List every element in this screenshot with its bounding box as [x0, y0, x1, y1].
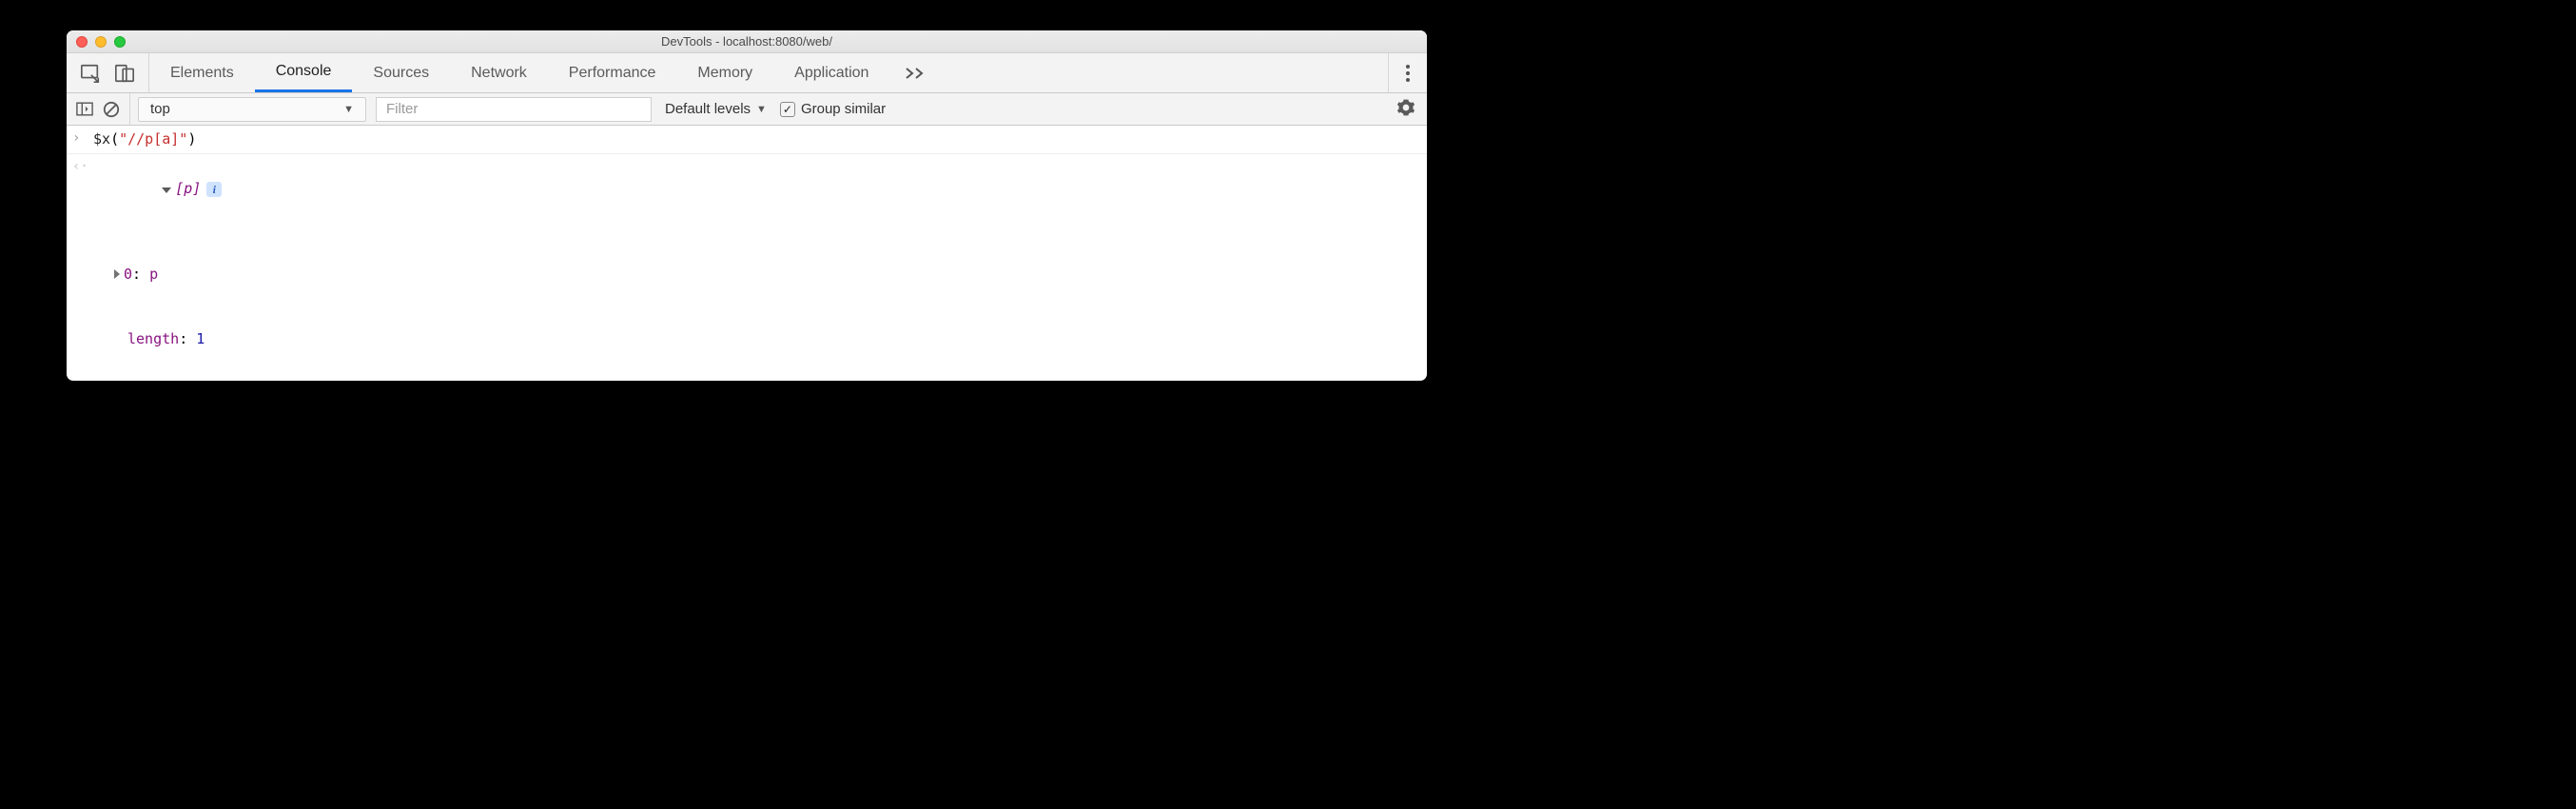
- gear-icon: [1396, 98, 1415, 117]
- kebab-icon: [1406, 65, 1410, 82]
- console-sidebar-toggle-icon[interactable]: [76, 102, 93, 116]
- tree-item-length: length: 1: [114, 328, 287, 350]
- tab-application[interactable]: Application: [773, 53, 889, 92]
- window-title: DevTools - localhost:8080/web/: [67, 34, 1427, 49]
- element-inspector-icon[interactable]: [80, 63, 101, 84]
- panel-tabbar: Elements Console Sources Network Perform…: [67, 53, 1427, 93]
- object-tree: 0: p length: 1 __proto__: Array(0): [93, 221, 287, 381]
- device-toolbar-icon[interactable]: [114, 63, 135, 84]
- console-toolbar: top ▼ Default levels ▼ ✓ Group similar: [67, 93, 1427, 126]
- levels-label: Default levels: [665, 101, 751, 117]
- inspect-tools: [67, 53, 149, 92]
- input-expression[interactable]: $x("//p[a]"): [93, 128, 196, 150]
- panel-tabs: Elements Console Sources Network Perform…: [149, 53, 941, 92]
- tabs-overflow-button[interactable]: [889, 53, 941, 92]
- devtools-window: DevTools - localhost:8080/web/ Elements …: [67, 30, 1427, 381]
- tab-label: Console: [276, 63, 332, 80]
- filter-input[interactable]: [376, 97, 652, 122]
- tab-network[interactable]: Network: [450, 53, 548, 92]
- checkbox-checked-icon: ✓: [780, 102, 795, 117]
- tab-label: Memory: [697, 65, 752, 82]
- tab-performance[interactable]: Performance: [548, 53, 677, 92]
- tab-sources[interactable]: Sources: [352, 53, 450, 92]
- output-object[interactable]: [p] i 0: p length: 1 __proto__: Array(0): [93, 157, 287, 382]
- dropdown-arrow-icon: ▼: [343, 104, 354, 115]
- console-settings-button[interactable]: [1396, 98, 1415, 121]
- tab-label: Elements: [170, 65, 234, 82]
- clear-console-icon[interactable]: [103, 101, 120, 118]
- group-similar-label: Group similar: [801, 101, 886, 117]
- chevron-double-right-icon: [905, 67, 926, 80]
- log-levels-select[interactable]: Default levels ▼: [665, 101, 767, 117]
- tab-console[interactable]: Console: [255, 53, 353, 92]
- tab-elements[interactable]: Elements: [149, 53, 255, 92]
- tab-label: Performance: [569, 65, 656, 82]
- tab-label: Application: [794, 65, 868, 82]
- output-indicator-icon: ‹·: [72, 157, 93, 382]
- console-log-area: › $x("//p[a]") ‹· [p] i 0: p length: 1 __…: [67, 126, 1427, 381]
- output-header: [p]: [175, 180, 201, 197]
- info-badge-icon[interactable]: i: [206, 182, 222, 197]
- context-value: top: [150, 101, 170, 117]
- main-menu-button[interactable]: [1388, 53, 1427, 92]
- execution-context-select[interactable]: top ▼: [138, 97, 366, 122]
- group-similar-checkbox[interactable]: ✓ Group similar: [780, 101, 886, 117]
- tab-memory[interactable]: Memory: [676, 53, 773, 92]
- input-prompt-icon: ›: [72, 128, 93, 150]
- console-output-row: ‹· [p] i 0: p length: 1 __proto__: Array(…: [67, 154, 1427, 382]
- titlebar: DevTools - localhost:8080/web/: [67, 30, 1427, 53]
- tab-label: Network: [471, 65, 527, 82]
- tree-item-index[interactable]: 0: p: [114, 264, 287, 286]
- console-input-echo: › $x("//p[a]"): [67, 126, 1427, 154]
- disclosure-triangle-collapsed-icon[interactable]: [114, 269, 120, 279]
- tab-label: Sources: [373, 65, 429, 82]
- dropdown-arrow-icon: ▼: [756, 104, 767, 115]
- disclosure-triangle-expanded-icon[interactable]: [162, 187, 171, 193]
